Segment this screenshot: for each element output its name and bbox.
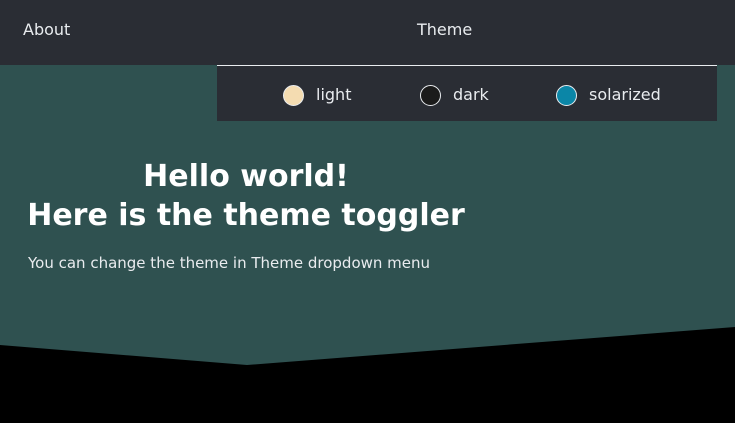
dark-theme-swatch-icon [420, 84, 441, 106]
navbar: About Theme [0, 0, 735, 65]
theme-option-label: dark [453, 85, 489, 104]
hero-subtitle: You can change the theme in Theme dropdo… [28, 254, 431, 272]
theme-option-solarized[interactable]: solarized [556, 83, 661, 107]
page: About Theme light dark solarized Hello w… [0, 0, 735, 423]
theme-dropdown-menu: light dark solarized [217, 65, 717, 121]
hero-title-line-2: Here is the theme toggler [27, 198, 465, 233]
theme-option-dark[interactable]: dark [420, 83, 489, 107]
light-theme-swatch-icon [283, 84, 304, 106]
hero-title: Hello world! Here is the theme toggler [0, 157, 492, 235]
theme-option-label: light [316, 85, 352, 104]
theme-option-light[interactable]: light [283, 83, 351, 107]
solarized-theme-swatch-icon [556, 84, 577, 106]
theme-option-label: solarized [589, 85, 661, 104]
nav-about-link[interactable]: About [23, 19, 70, 41]
hero-title-line-1: Hello world! [143, 159, 349, 194]
nav-theme-dropdown-toggle[interactable]: Theme [417, 19, 472, 41]
